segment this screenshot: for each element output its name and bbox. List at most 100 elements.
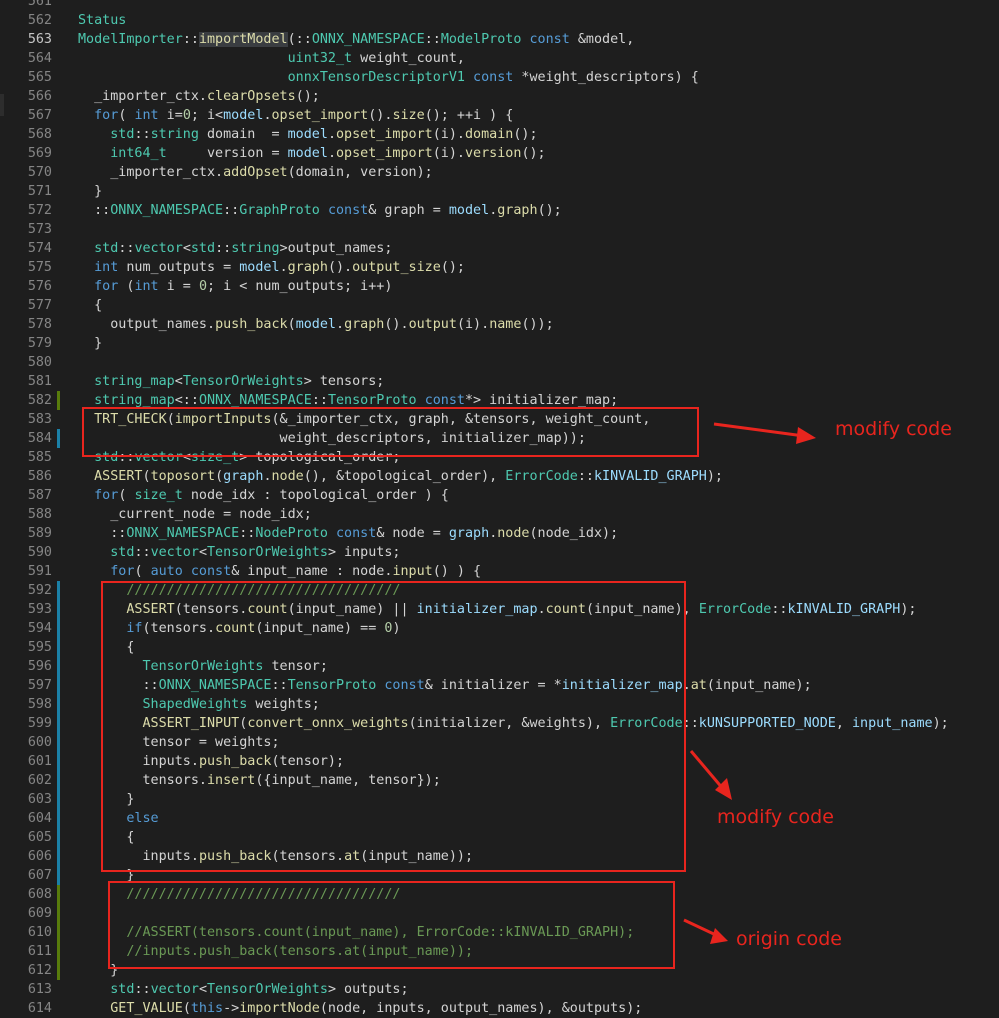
code-token: :: xyxy=(78,203,111,218)
code-line[interactable]: 572 ::ONNX_NAMESPACE::GraphProto const& … xyxy=(0,201,999,220)
line-number: 604 xyxy=(27,811,52,826)
code-token: size xyxy=(392,108,425,123)
code-line[interactable]: 566 _importer_ctx.clearOpsets(); xyxy=(0,87,999,106)
code-text: int num_outputs = model.graph().output_s… xyxy=(78,258,465,277)
code-token: node_idx : topological_order ) { xyxy=(182,488,449,503)
code-token: 0 xyxy=(182,108,191,123)
code-token: ErrorCode xyxy=(698,602,772,617)
code-token: & node = xyxy=(376,526,449,541)
code-line[interactable]: 580 xyxy=(0,353,999,372)
git-change-marker xyxy=(57,885,60,904)
line-number: 565 xyxy=(27,70,52,85)
code-token: (); xyxy=(513,127,538,142)
line-number: 594 xyxy=(27,621,52,636)
code-line[interactable]: 564 uint32_t weight_count, xyxy=(0,49,999,68)
code-line[interactable]: 574 std::vector<std::string>output_names… xyxy=(0,239,999,258)
code-text: _importer_ctx.clearOpsets(); xyxy=(78,87,320,106)
code-line[interactable]: 562 Status xyxy=(0,11,999,30)
code-line[interactable]: 563 ModelImporter::importModel(::ONNX_NAM… xyxy=(0,30,999,49)
code-token: version xyxy=(465,146,522,161)
code-line[interactable]: 565 onnxTensorDescriptorV1 const *weight… xyxy=(0,68,999,87)
code-line[interactable]: 576 for (int i = 0; i < num_outputs; i++… xyxy=(0,277,999,296)
code-token: (). xyxy=(327,260,353,275)
code-line[interactable]: 573 xyxy=(0,220,999,239)
code-token: (). xyxy=(368,108,393,123)
arrow-icon-2 xyxy=(689,750,732,800)
code-line[interactable]: 567 for( int i=0; i<model.opset_import()… xyxy=(0,106,999,125)
code-text: } xyxy=(78,182,102,201)
git-change-marker xyxy=(57,942,60,961)
code-token: ); xyxy=(706,469,723,484)
code-token: } xyxy=(78,184,103,199)
code-token: toposort xyxy=(150,469,216,484)
code-token: . xyxy=(327,146,336,161)
code-token: for xyxy=(94,279,119,294)
code-line[interactable]: 578 output_names.push_back(model.graph()… xyxy=(0,315,999,334)
code-line[interactable]: 589 ::ONNX_NAMESPACE::NodeProto const& n… xyxy=(0,524,999,543)
code-token: const xyxy=(473,70,514,85)
git-change-marker xyxy=(57,581,60,600)
code-line[interactable]: 577 { xyxy=(0,296,999,315)
line-number: 614 xyxy=(27,1001,52,1016)
code-line[interactable]: 588 _current_node = node_idx; xyxy=(0,505,999,524)
code-text: std::vector<std::string>output_names; xyxy=(78,239,392,258)
line-number: 584 xyxy=(27,431,52,446)
code-line[interactable]: 586 ASSERT(toposort(graph.node(), &topol… xyxy=(0,467,999,486)
line-number: 612 xyxy=(27,963,52,978)
git-change-marker xyxy=(57,695,60,714)
code-line[interactable]: 581 string_map<TensorOrWeights> tensors; xyxy=(0,372,999,391)
code-token: (); xyxy=(521,146,546,161)
code-token: . xyxy=(336,317,345,332)
line-number: 611 xyxy=(27,944,52,959)
code-line[interactable]: 569 int64_t version = model.opset_import… xyxy=(0,144,999,163)
line-number: 586 xyxy=(27,469,52,484)
code-token: auto xyxy=(150,564,183,579)
line-number: 567 xyxy=(27,108,52,123)
line-number: 592 xyxy=(27,583,52,598)
line-number: 575 xyxy=(27,260,52,275)
code-line[interactable]: 614 GET_VALUE(this->importNode(node, inp… xyxy=(0,999,999,1018)
code-line[interactable]: 591 for( auto const& input_name : node.i… xyxy=(0,562,999,581)
code-token: (i). xyxy=(456,317,490,332)
code-line[interactable]: 575 int num_outputs = model.graph().outp… xyxy=(0,258,999,277)
code-token: output_names. xyxy=(78,317,216,332)
code-line[interactable]: 568 std::string domain = model.opset_imp… xyxy=(0,125,999,144)
code-token: graph xyxy=(223,469,264,484)
code-text: ::ONNX_NAMESPACE::GraphProto const& grap… xyxy=(78,201,562,220)
code-token: version = xyxy=(166,146,288,161)
code-line[interactable]: 590 std::vector<TensorOrWeights> inputs; xyxy=(0,543,999,562)
code-token: :: xyxy=(239,526,256,541)
code-token: ONNX_NAMESPACE xyxy=(126,526,240,541)
code-token: ASSERT xyxy=(94,469,143,484)
code-line[interactable]: 561 xyxy=(0,0,999,11)
line-number: 579 xyxy=(27,336,52,351)
line-number: 572 xyxy=(27,203,52,218)
code-line[interactable]: 613 std::vector<TensorOrWeights> outputs… xyxy=(0,980,999,999)
code-token: ( xyxy=(134,564,151,579)
line-number: 573 xyxy=(27,222,52,237)
code-token: :: xyxy=(118,241,135,256)
code-token: & graph = xyxy=(368,203,449,218)
line-number: 603 xyxy=(27,792,52,807)
code-token: &model, xyxy=(569,32,635,47)
code-token: importModel xyxy=(198,32,288,47)
code-line[interactable]: 587 for( size_t node_idx : topological_o… xyxy=(0,486,999,505)
git-change-marker xyxy=(57,676,60,695)
code-token: > outputs; xyxy=(327,982,409,997)
code-line[interactable]: 579 } xyxy=(0,334,999,353)
code-token: int64_t xyxy=(110,146,167,161)
code-token: opset_import xyxy=(336,127,433,142)
line-number: 576 xyxy=(27,279,52,294)
code-line[interactable]: 571 } xyxy=(0,182,999,201)
code-line[interactable]: 570 _importer_ctx.addOpset(domain, versi… xyxy=(0,163,999,182)
code-token: () ) { xyxy=(432,564,482,579)
code-text: for( size_t node_idx : topological_order… xyxy=(78,486,449,505)
line-number: 577 xyxy=(27,298,52,313)
code-token: :: xyxy=(215,241,232,256)
code-token: domain xyxy=(465,127,514,142)
code-token: opset_import xyxy=(336,146,433,161)
